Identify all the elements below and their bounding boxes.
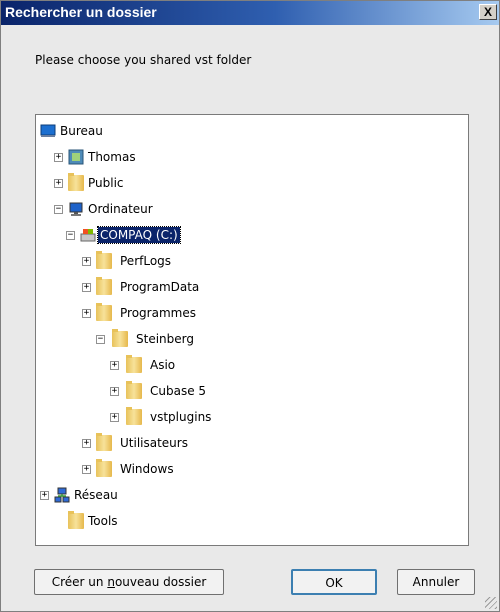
tree-item-label: vstplugins	[150, 410, 212, 424]
folder-icon	[96, 277, 112, 295]
collapse-toggle[interactable]: −	[54, 205, 63, 214]
tree-item-label-selected: COMPAQ (C:)	[97, 226, 181, 244]
tree-item-steinberg[interactable]: − Steinberg	[36, 329, 466, 349]
tree-item-label: PerfLogs	[120, 254, 172, 268]
tree-item-programdata[interactable]: + ProgramData	[36, 277, 466, 297]
new-folder-accelerator: n	[107, 575, 115, 589]
tree-item-label: ProgramData	[120, 280, 200, 294]
tree-item-label: Windows	[120, 462, 174, 476]
new-folder-label-prefix: Créer un	[51, 575, 108, 589]
resize-grip-icon[interactable]	[485, 597, 497, 609]
folder-icon	[68, 173, 84, 191]
tree-item-thomas[interactable]: + Thomas	[36, 147, 466, 167]
tree-item-label: Steinberg	[136, 332, 194, 346]
tree-item-utilisateurs[interactable]: + Utilisateurs	[36, 433, 466, 453]
close-button[interactable]: X	[479, 4, 497, 20]
collapse-toggle[interactable]: −	[96, 335, 105, 344]
computer-icon	[68, 201, 84, 217]
tree-item-label: Tools	[88, 514, 118, 528]
tree-item-label: Public	[88, 176, 124, 190]
tree-item-reseau[interactable]: + Réseau	[36, 485, 466, 505]
tree-item-label: Thomas	[88, 150, 136, 164]
folder-icon	[112, 329, 128, 347]
tree-item-asio[interactable]: + Asio	[36, 355, 466, 375]
tree-item-label: Bureau	[60, 124, 103, 138]
folder-icon	[126, 407, 142, 425]
expand-toggle[interactable]: +	[40, 491, 49, 500]
collapse-toggle[interactable]: −	[66, 231, 75, 240]
browse-folder-dialog: Rechercher un dossier X Please choose yo…	[0, 0, 500, 612]
folder-icon	[126, 381, 142, 399]
tree-item-compaq-drive[interactable]: − COMPAQ (C:)	[36, 225, 466, 245]
folder-icon	[126, 355, 142, 373]
folder-icon	[96, 459, 112, 477]
folder-icon	[96, 251, 112, 269]
expand-toggle[interactable]: +	[82, 309, 91, 318]
expand-toggle[interactable]: +	[110, 361, 119, 370]
folder-tree[interactable]: Bureau + Thomas + Public − Ordinateur −	[35, 114, 469, 546]
expand-toggle[interactable]: +	[54, 153, 63, 162]
tree-item-label: Programmes	[120, 306, 196, 320]
expand-toggle[interactable]: +	[110, 413, 119, 422]
tree-item-bureau[interactable]: Bureau	[36, 121, 466, 141]
tree-item-ordinateur[interactable]: − Ordinateur	[36, 199, 466, 219]
tree-item-label: Cubase 5	[150, 384, 207, 398]
expand-toggle[interactable]: +	[54, 179, 63, 188]
network-icon	[54, 487, 70, 503]
expand-toggle[interactable]: +	[82, 257, 91, 266]
dialog-prompt: Please choose you shared vst folder	[35, 53, 252, 67]
drive-icon	[80, 227, 96, 243]
tree-item-vstplugins[interactable]: + vstplugins	[36, 407, 466, 427]
title-bar[interactable]: Rechercher un dossier X	[1, 1, 499, 25]
new-folder-button[interactable]: Créer un nouveau dossier	[34, 569, 224, 595]
tree-item-perflogs[interactable]: + PerfLogs	[36, 251, 466, 271]
expand-toggle[interactable]: +	[82, 283, 91, 292]
tree-item-label: Ordinateur	[88, 202, 153, 216]
ok-button[interactable]: OK	[291, 569, 377, 595]
dialog-title: Rechercher un dossier	[5, 4, 157, 20]
tree-item-windows[interactable]: + Windows	[36, 459, 466, 479]
tree-item-public[interactable]: + Public	[36, 173, 466, 193]
folder-icon	[96, 433, 112, 451]
expand-toggle[interactable]: +	[110, 387, 119, 396]
folder-icon	[68, 511, 84, 529]
tree-item-programmes[interactable]: + Programmes	[36, 303, 466, 323]
folder-icon	[96, 303, 112, 321]
desktop-icon	[40, 123, 56, 139]
tree-item-cubase-5[interactable]: + Cubase 5	[36, 381, 466, 401]
cancel-button[interactable]: Annuler	[397, 569, 475, 595]
tree-item-label: Asio	[150, 358, 176, 372]
expand-toggle[interactable]: +	[82, 465, 91, 474]
tree-item-tools[interactable]: Tools	[36, 511, 466, 531]
tree-item-label: Utilisateurs	[120, 436, 188, 450]
tree-item-label: Réseau	[74, 488, 118, 502]
new-folder-label-suffix: ouveau dossier	[114, 575, 207, 589]
user-folder-icon	[68, 149, 84, 165]
expand-toggle[interactable]: +	[82, 439, 91, 448]
